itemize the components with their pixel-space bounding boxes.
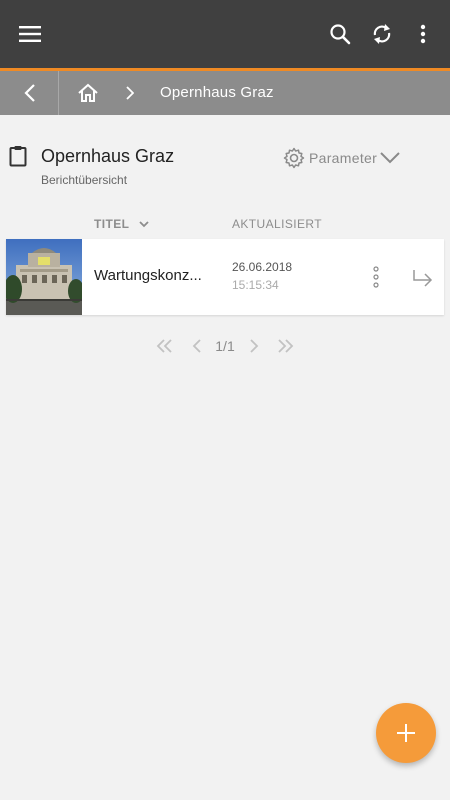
opera-house-photo bbox=[6, 239, 82, 315]
sync-icon bbox=[373, 24, 391, 44]
double-chevron-left-icon bbox=[156, 339, 172, 353]
app-bar bbox=[0, 0, 450, 68]
breadcrumb: Opernhaus Graz bbox=[0, 71, 450, 115]
breadcrumb-separator bbox=[120, 83, 140, 103]
chevron-right-icon bbox=[126, 86, 134, 100]
add-report-button[interactable] bbox=[376, 703, 436, 763]
chevron-left-icon bbox=[192, 339, 201, 353]
search-button[interactable] bbox=[320, 14, 360, 54]
breadcrumb-current[interactable]: Opernhaus Graz bbox=[160, 71, 274, 115]
report-date: 26.06.2018 bbox=[232, 260, 293, 274]
report-row[interactable]: Wartungskonz... 26.06.2018 15:15:34 bbox=[6, 239, 444, 315]
home-icon bbox=[78, 83, 98, 102]
sync-button[interactable] bbox=[362, 14, 402, 54]
last-page-button[interactable] bbox=[274, 335, 298, 357]
home-button[interactable] bbox=[68, 73, 108, 113]
chevron-down-icon bbox=[380, 152, 400, 164]
report-title: Wartungskonz... bbox=[94, 267, 202, 284]
page-title: Opernhaus Graz bbox=[41, 146, 175, 166]
chevron-right-icon bbox=[249, 339, 258, 353]
first-page-button[interactable] bbox=[152, 335, 176, 357]
column-header-updated: AKTUALISIERT bbox=[232, 217, 322, 231]
page-subtitle: Berichtübersicht bbox=[41, 173, 128, 187]
more-vert-icon bbox=[420, 24, 426, 44]
report-options-button[interactable] bbox=[364, 261, 388, 293]
next-page-button[interactable] bbox=[244, 335, 264, 357]
sort-chevron-down-icon bbox=[139, 220, 149, 227]
more-options-button[interactable] bbox=[406, 14, 440, 54]
pagination: 1/1 bbox=[0, 335, 450, 357]
double-chevron-right-icon bbox=[278, 339, 294, 353]
menu-button[interactable] bbox=[10, 14, 50, 54]
column-header-title[interactable]: TITEL bbox=[94, 217, 149, 231]
page-indicator: 1/1 bbox=[215, 338, 235, 354]
more-vert-outline-icon bbox=[373, 266, 379, 288]
parameter-dropdown[interactable]: Parameter bbox=[283, 146, 401, 170]
report-thumbnail bbox=[6, 239, 82, 315]
plus-icon bbox=[397, 724, 415, 742]
menu-icon bbox=[19, 26, 41, 42]
forward-arrow-icon bbox=[413, 270, 433, 287]
column-title-label: TITEL bbox=[94, 217, 130, 231]
search-icon bbox=[330, 24, 351, 45]
gear-icon bbox=[283, 147, 305, 169]
parameter-label: Parameter bbox=[309, 150, 378, 166]
open-report-button[interactable] bbox=[408, 263, 438, 293]
clipboard-icon bbox=[9, 146, 27, 167]
breadcrumb-divider bbox=[58, 71, 59, 115]
previous-page-button[interactable] bbox=[186, 335, 206, 357]
page-header: Opernhaus Graz Berichtübersicht Paramete… bbox=[0, 140, 450, 200]
back-arrow-icon bbox=[24, 84, 35, 102]
back-button[interactable] bbox=[10, 73, 50, 113]
report-time: 15:15:34 bbox=[232, 278, 279, 292]
